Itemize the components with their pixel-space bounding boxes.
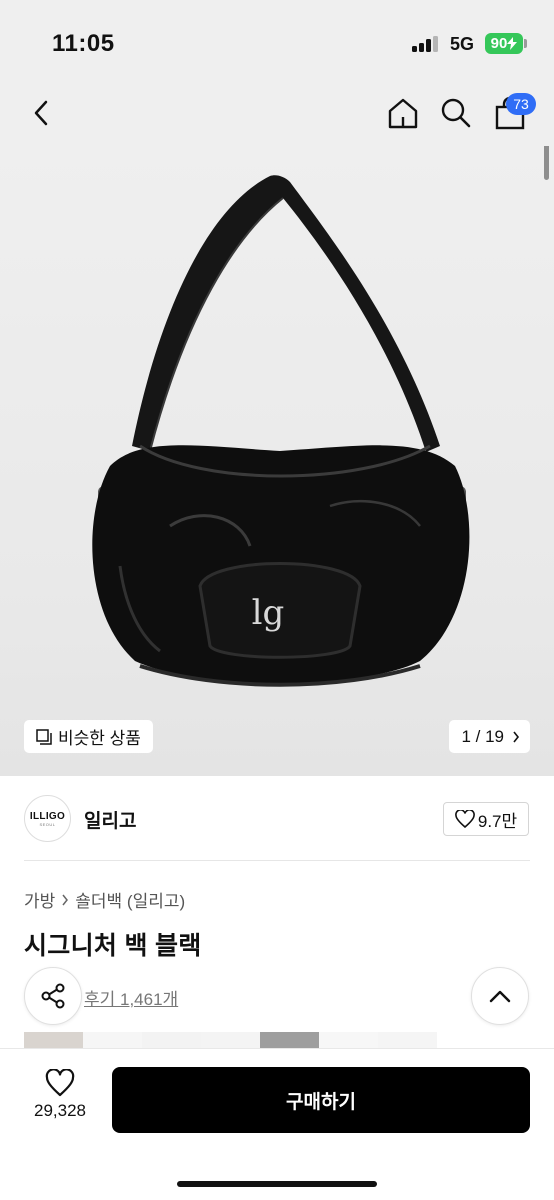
review-link[interactable]: 후기 1,461개: [84, 985, 178, 1010]
home-button[interactable]: [383, 93, 423, 133]
brand-logo-text: ILLIGO: [29, 810, 66, 822]
brand-logo[interactable]: ILLIGO SEOUL: [24, 795, 71, 842]
top-nav: [0, 80, 554, 146]
buy-button[interactable]: 구매하기: [112, 1067, 530, 1133]
battery-cap: [524, 39, 527, 48]
thumbnail[interactable]: [83, 1032, 142, 1048]
product-title: 시그니처 백 블랙: [24, 932, 202, 960]
chevron-right-icon: [62, 894, 69, 905]
thumbnail[interactable]: [24, 1032, 83, 1048]
brand-like-count: 9.7만: [477, 811, 518, 831]
home-indicator: [177, 1181, 377, 1187]
similar-products-button[interactable]: 비슷한 상품: [24, 720, 153, 753]
brand-like-button[interactable]: 9.7만: [443, 802, 529, 836]
brand-name[interactable]: 일리고: [84, 806, 136, 833]
home-icon: [388, 98, 418, 129]
image-counter-button[interactable]: 1 / 19: [449, 720, 530, 753]
thumbnail-strip[interactable]: [24, 1032, 438, 1048]
chevron-right-icon: [513, 731, 520, 742]
cart-count-badge: 73: [506, 93, 536, 115]
chevron-left-icon: [34, 100, 48, 126]
similar-products-label: 비슷한 상품: [58, 729, 141, 748]
battery-icon: 90: [485, 33, 523, 54]
search-icon: [441, 98, 471, 128]
chevron-up-icon: [489, 990, 511, 1003]
heart-icon: [454, 810, 475, 828]
wish-button[interactable]: 29,328: [24, 1069, 96, 1121]
product-image-gallery[interactable]: lg 비슷한 상품 1 / 19: [0, 146, 554, 776]
thumbnail[interactable]: [142, 1032, 201, 1048]
breadcrumb-item-bag[interactable]: 가방: [24, 887, 55, 912]
signal-icon: [412, 36, 442, 52]
thumbnail[interactable]: [378, 1032, 437, 1048]
image-counter: 1 / 19: [461, 726, 504, 746]
brand-row[interactable]: ILLIGO SEOUL 일리고 9.7만: [0, 776, 554, 862]
status-time: 11:05: [52, 30, 115, 57]
brand-logo-sub: SEOUL: [39, 821, 56, 827]
share-button[interactable]: [24, 967, 82, 1025]
scroll-indicator: [544, 146, 549, 180]
status-bar: 11:05 5G 90: [0, 0, 554, 80]
share-icon: [41, 983, 65, 1009]
similar-items-icon: [36, 728, 52, 745]
product-image: lg: [92, 175, 470, 687]
heart-icon: [45, 1069, 75, 1097]
breadcrumb-item-shoulder-bag[interactable]: 숄더백 (일리고): [75, 887, 185, 912]
network-label: 5G: [450, 34, 475, 54]
search-button[interactable]: [436, 93, 476, 133]
bottom-purchase-bar: 29,328 구매하기: [0, 1048, 554, 1200]
charging-bolt-icon: [507, 37, 518, 50]
scroll-top-button[interactable]: [471, 967, 529, 1025]
breadcrumb: 가방 숄더백 (일리고): [24, 887, 185, 912]
wish-count: 29,328: [34, 1101, 86, 1120]
thumbnail[interactable]: [319, 1032, 378, 1048]
thumbnail[interactable]: [260, 1032, 319, 1048]
thumbnail[interactable]: [201, 1032, 260, 1048]
svg-text:lg: lg: [252, 593, 285, 633]
divider: [24, 860, 530, 861]
back-button[interactable]: [22, 93, 62, 133]
battery-level: 90: [490, 35, 508, 52]
